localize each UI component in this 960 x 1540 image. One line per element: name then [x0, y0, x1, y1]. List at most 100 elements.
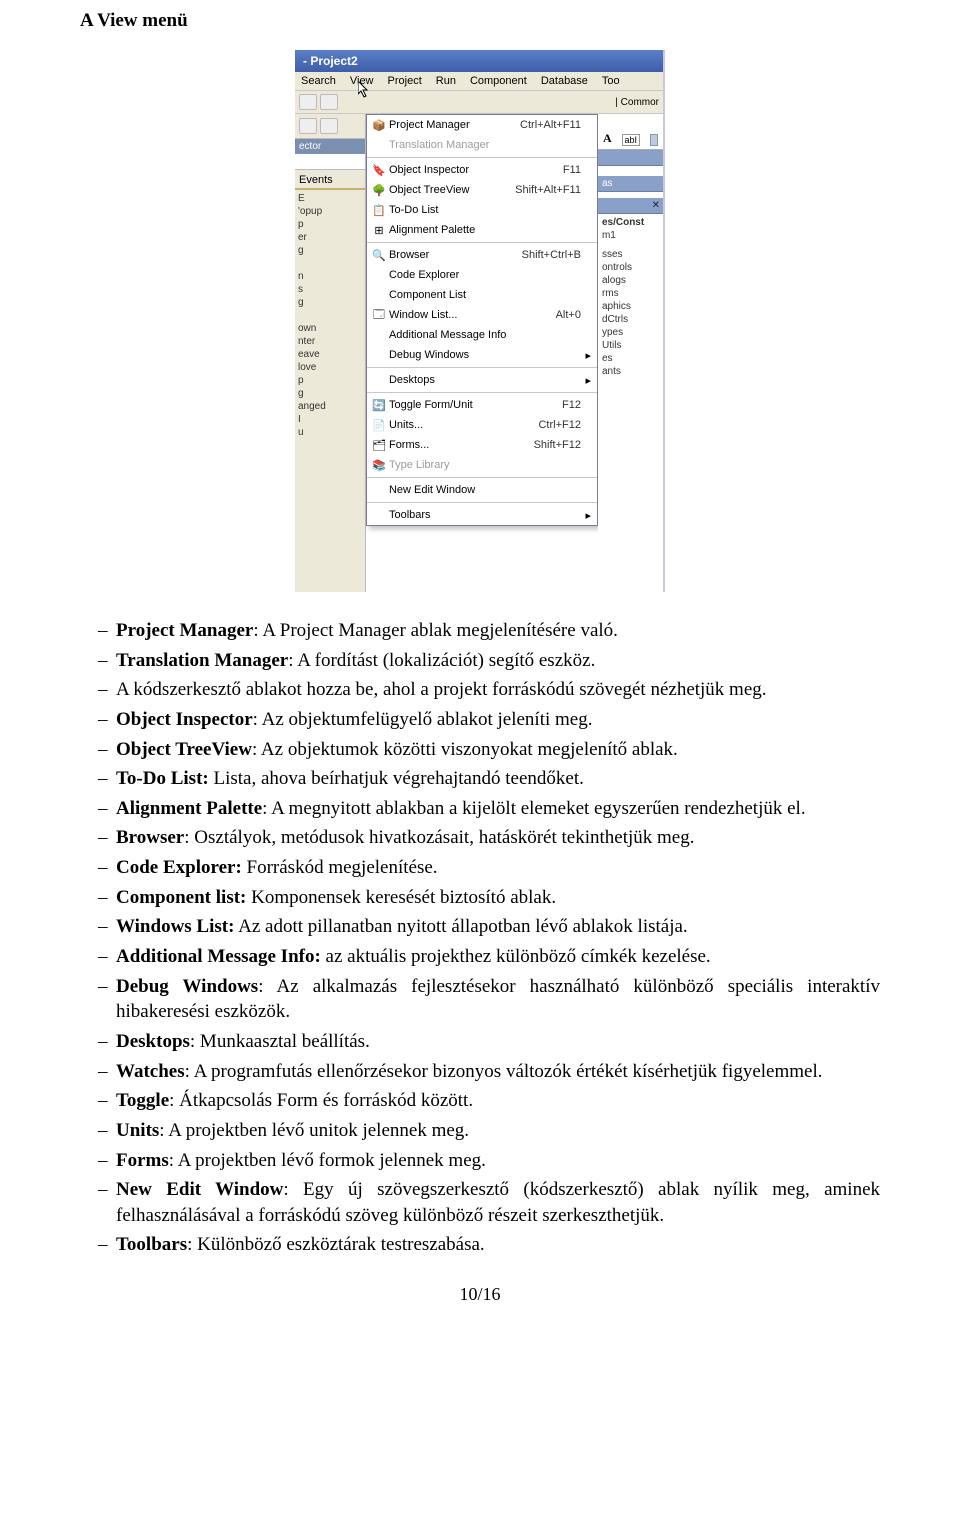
view-menu-popup[interactable]: 📦Project ManagerCtrl+Alt+F11 Translation …	[366, 114, 598, 526]
events-list-item[interactable]: p	[295, 374, 365, 387]
object-inspector-tab[interactable]: ector	[295, 139, 365, 154]
menu-item-code-explorer[interactable]: Code Explorer	[367, 265, 597, 285]
definition-text: : Munkaasztal beállítás.	[190, 1031, 370, 1052]
menu-item-icon: 🔍	[369, 249, 389, 262]
uses-list-item[interactable]: rms	[598, 287, 663, 300]
uses-list-item[interactable]: es	[598, 352, 663, 365]
definition-term: Translation Manager	[116, 650, 288, 671]
definition-text: az aktuális projekthez különböző címkék …	[321, 946, 711, 967]
definition-term: Alignment Palette	[116, 798, 262, 819]
menu-item-project-manager[interactable]: 📦Project ManagerCtrl+Alt+F11	[367, 115, 597, 135]
definition-item: Project Manager: A Project Manager ablak…	[98, 618, 880, 644]
events-list-item[interactable]: nter	[295, 335, 365, 348]
events-tab[interactable]: Events	[295, 170, 365, 190]
menu-item-to-do-list[interactable]: 📋To-Do List	[367, 200, 597, 220]
menu-component[interactable]: Component	[470, 75, 527, 87]
menu-item-toggle-form-unit[interactable]: 🔄Toggle Form/UnitF12	[367, 395, 597, 415]
uses-list-item[interactable]: dCtrls	[598, 313, 663, 326]
events-list-item[interactable]: anged	[295, 400, 365, 413]
menu-item-label: Object TreeView	[389, 184, 509, 196]
menu-item-alignment-palette[interactable]: ⊞Alignment Palette	[367, 220, 597, 240]
uses-list-item[interactable]: sses	[598, 248, 663, 261]
definition-item: Toggle: Átkapcsolás Form és forráskód kö…	[98, 1088, 880, 1114]
menu-item-debug-windows[interactable]: Debug Windows▸	[367, 345, 597, 365]
menu-item-desktops[interactable]: Desktops▸	[367, 370, 597, 390]
events-list-item[interactable]: u	[295, 426, 365, 439]
events-list-item[interactable]: love	[295, 361, 365, 374]
definition-item: New Edit Window: Egy új szövegszerkesztő…	[98, 1177, 880, 1228]
definition-text: : Az objektumok közötti viszonyokat megj…	[252, 739, 678, 760]
menu-project[interactable]: Project	[388, 75, 422, 87]
menu-item-new-edit-window[interactable]: New Edit Window	[367, 480, 597, 500]
menu-bar[interactable]: Search View Project Run Component Databa…	[295, 72, 663, 91]
events-list-item[interactable]: n	[295, 270, 365, 283]
menu-item-additional-message-info[interactable]: Additional Message Info	[367, 325, 597, 345]
menu-tools[interactable]: Too	[602, 75, 620, 87]
uses-list-item[interactable]: Utils	[598, 339, 663, 352]
menu-item-units[interactable]: 📄Units...Ctrl+F12	[367, 415, 597, 435]
menu-item-window-list[interactable]: 🗔Window List...Alt+0	[367, 305, 597, 325]
menu-item-label: Units...	[389, 419, 533, 431]
menu-item-label: Translation Manager	[389, 139, 575, 151]
definition-text: : Különböző eszköztárak testreszabása.	[187, 1234, 485, 1255]
definition-term: Desktops	[116, 1031, 190, 1052]
uses-list-item[interactable]: ants	[598, 365, 663, 378]
menu-item-label: Browser	[389, 249, 516, 261]
toolbar-icon[interactable]	[320, 118, 338, 134]
toolbar-tab-label[interactable]: | Commor	[615, 97, 659, 108]
menu-item-icon: 📚	[369, 459, 389, 472]
menu-item-icon: 📋	[369, 204, 389, 217]
definition-text: A kódszerkesztő ablakot hozza be, ahol a…	[116, 679, 767, 700]
events-list-item[interactable]: eave	[295, 348, 365, 361]
tree-item[interactable]: m1	[598, 229, 663, 242]
menu-item-forms[interactable]: 🗂Forms...Shift+F12	[367, 435, 597, 455]
menu-item-component-list[interactable]: Component List	[367, 285, 597, 305]
panel-header[interactable]: ✕	[598, 198, 663, 214]
uses-list-item[interactable]: ontrols	[598, 261, 663, 274]
close-icon[interactable]: ✕	[652, 200, 660, 211]
toolbar-icon[interactable]	[299, 94, 317, 110]
definition-term: Windows List:	[116, 916, 234, 937]
menu-item-object-treeview[interactable]: 🌳Object TreeViewShift+Alt+F11	[367, 180, 597, 200]
uses-list-item[interactable]: alogs	[598, 274, 663, 287]
menu-item-object-inspector[interactable]: 🔖Object InspectorF11	[367, 160, 597, 180]
events-list-item[interactable]: g	[295, 296, 365, 309]
component-icon[interactable]: A	[603, 131, 612, 146]
menu-search[interactable]: Search	[301, 75, 336, 87]
menu-item-icon: 🔄	[369, 399, 389, 412]
menu-item-toolbars[interactable]: Toolbars▸	[367, 505, 597, 525]
events-list-item[interactable]: own	[295, 322, 365, 335]
menu-item-browser[interactable]: 🔍BrowserShift+Ctrl+B	[367, 245, 597, 265]
events-list-item[interactable]: g	[295, 387, 365, 400]
events-list-item[interactable]: p	[295, 218, 365, 231]
uses-list-item[interactable]: ypes	[598, 326, 663, 339]
events-list-item[interactable]: s	[295, 283, 365, 296]
menu-run[interactable]: Run	[436, 75, 456, 87]
page-title: A View menü	[80, 10, 880, 32]
events-list-item[interactable]: E	[295, 192, 365, 205]
menu-database[interactable]: Database	[541, 75, 588, 87]
events-list-item[interactable]	[295, 309, 365, 322]
toolbar-icon[interactable]	[320, 94, 338, 110]
component-icon[interactable]	[650, 134, 658, 146]
delphi-ide-screenshot: - Project2 Search View Project Run Compo…	[295, 50, 665, 592]
events-list-item[interactable]: g	[295, 244, 365, 257]
definition-text: : A fordítást (lokalizációt) segítő eszk…	[288, 650, 595, 671]
events-list-item[interactable]: I	[295, 413, 365, 426]
menu-item-shortcut: Shift+Alt+F11	[509, 184, 581, 196]
toolbar-icon[interactable]	[299, 118, 317, 134]
definition-item: Watches: A programfutás ellenőrzésekor b…	[98, 1059, 880, 1085]
events-list-item[interactable]: er	[295, 231, 365, 244]
main-toolbar[interactable]: | Commor	[295, 91, 663, 114]
panel-header[interactable]: as	[598, 176, 663, 192]
events-list-item[interactable]	[295, 257, 365, 270]
submenu-arrow-icon: ▸	[581, 374, 591, 387]
uses-list-item[interactable]: aphics	[598, 300, 663, 313]
definition-term: Code Explorer:	[116, 857, 242, 878]
tree-group[interactable]: es/Const	[598, 216, 663, 229]
definition-text: Lista, ahova beírhatjuk végrehajtandó te…	[209, 768, 584, 789]
definition-item: Debug Windows: Az alkalmazás fejlesztése…	[98, 974, 880, 1025]
component-icon[interactable]: abI	[622, 134, 641, 146]
events-list-item[interactable]: 'opup	[295, 205, 365, 218]
menu-view[interactable]: View	[350, 75, 374, 87]
